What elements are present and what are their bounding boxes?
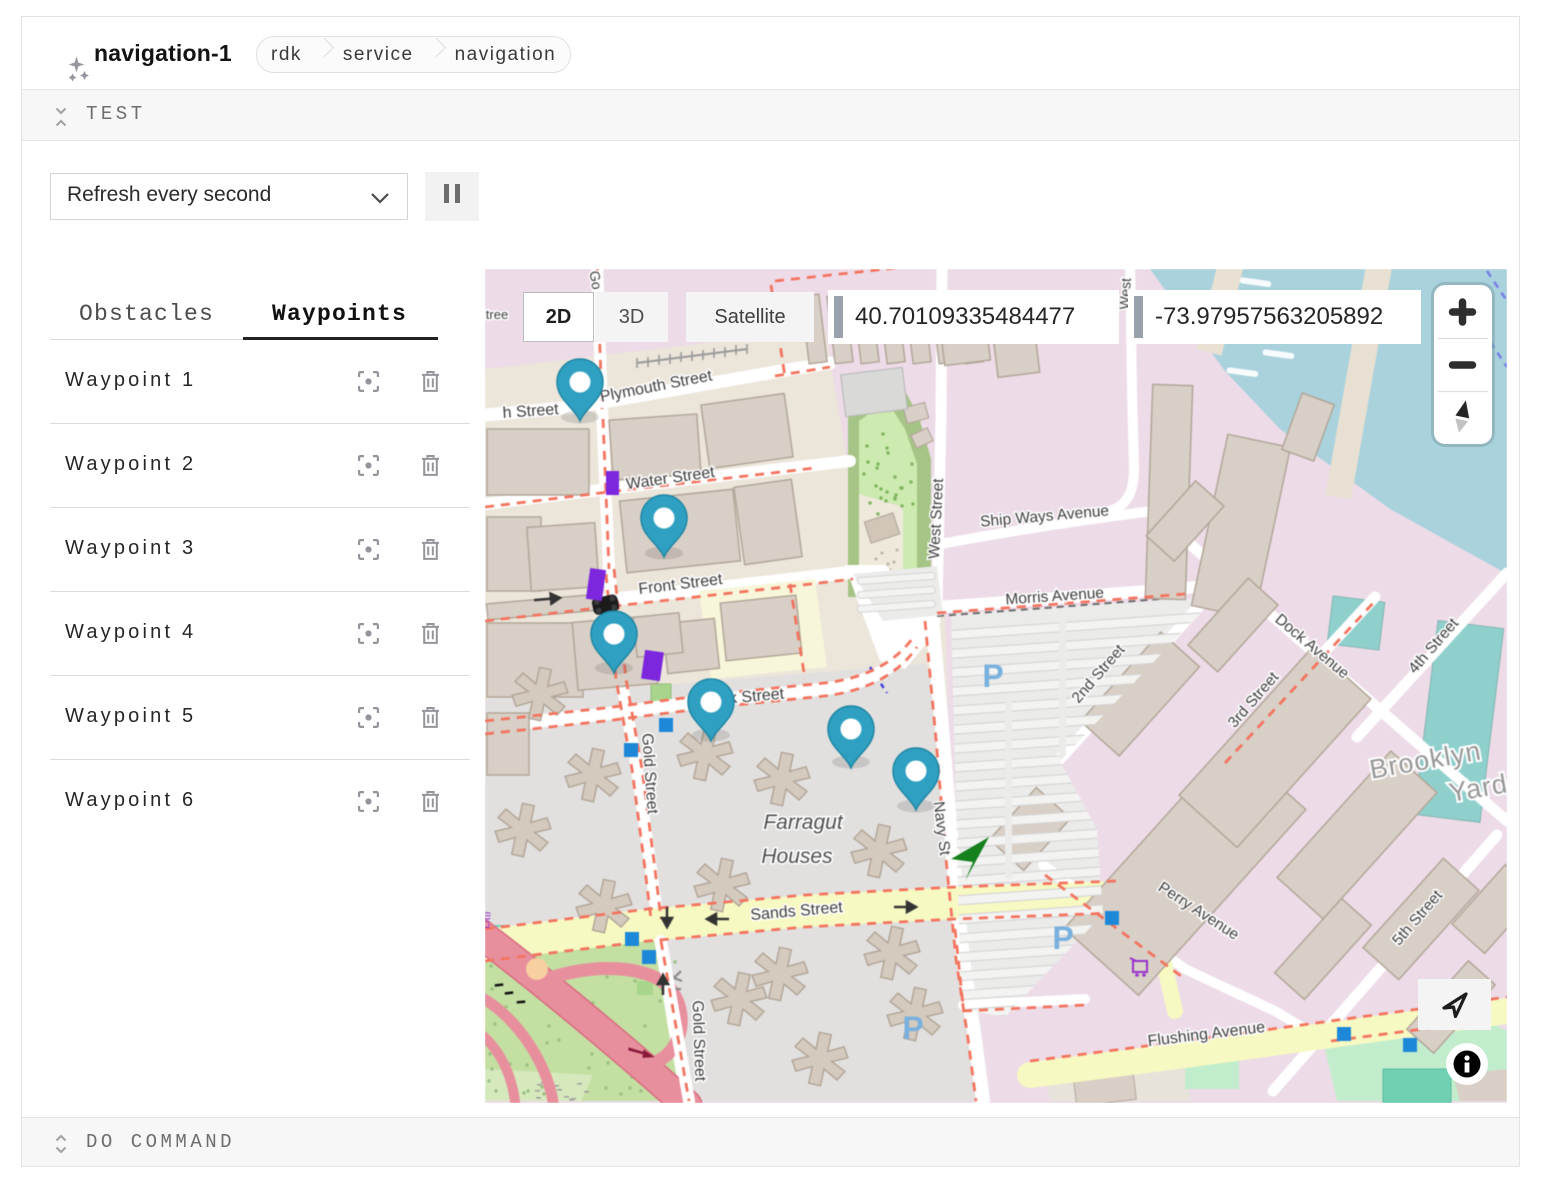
- svg-text:Houses: Houses: [761, 845, 833, 868]
- svg-text:Littl: Littl: [485, 911, 493, 929]
- svg-text:P: P: [982, 658, 1003, 694]
- svg-text:P: P: [902, 1010, 923, 1046]
- svg-text:tree: tree: [486, 307, 508, 322]
- svg-text:Go: Go: [586, 270, 605, 291]
- svg-text:P: P: [1052, 920, 1073, 956]
- svg-text:Farragut: Farragut: [763, 811, 844, 834]
- svg-text:Gold Street: Gold Street: [689, 1000, 709, 1082]
